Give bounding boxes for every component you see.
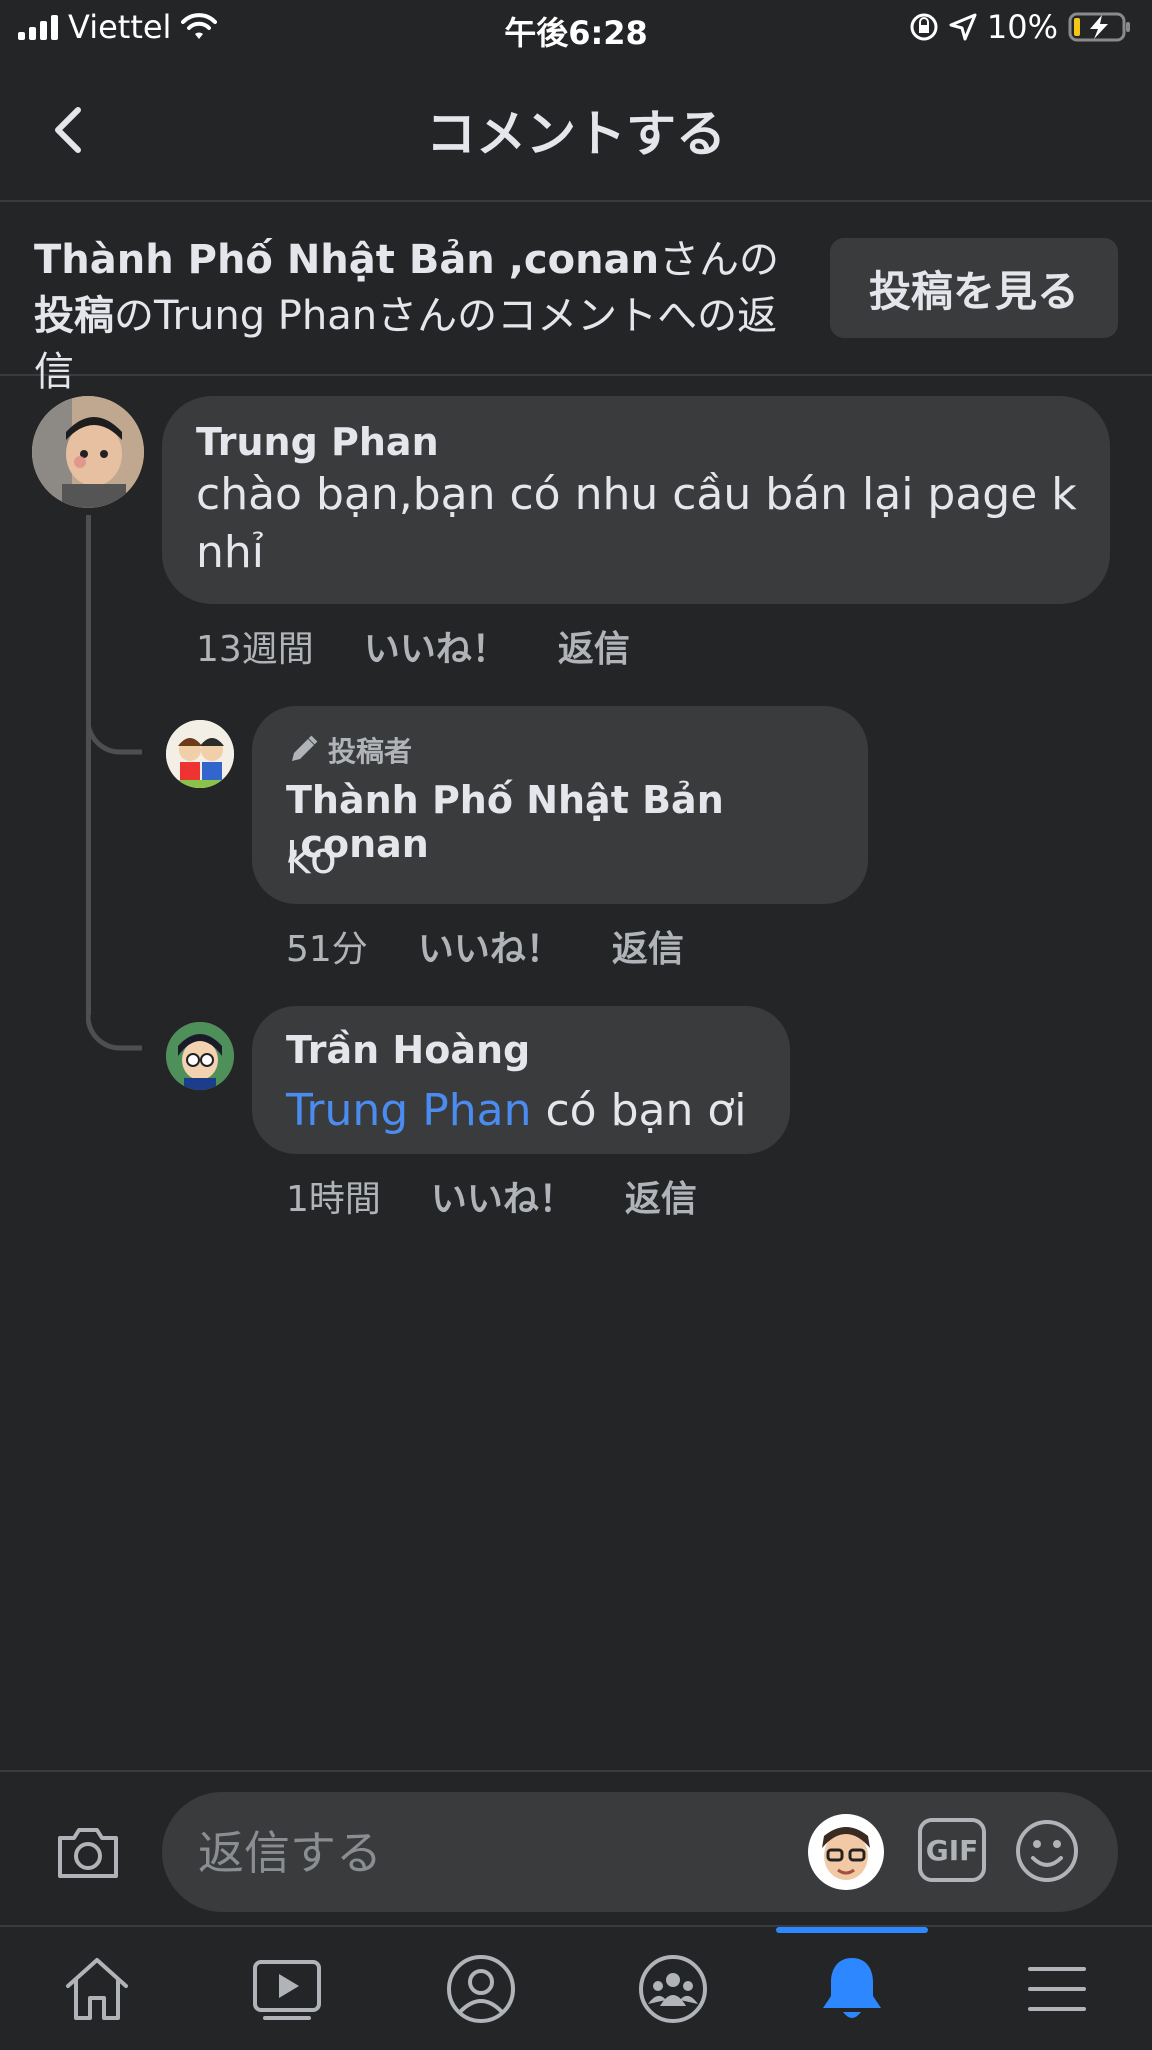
author-badge: 投稿者 (286, 730, 412, 770)
notifications-icon (823, 1957, 881, 2018)
camera-icon (58, 1828, 118, 1878)
avatar-photo (166, 720, 234, 788)
context-text-1: さんの (659, 237, 780, 283)
battery-percent: 10% (986, 8, 1058, 46)
status-bar: Viettel 午後6:28 10% (0, 0, 1152, 58)
camera-button[interactable] (52, 1816, 124, 1888)
comment-time: 51分 (286, 929, 368, 970)
emoji-button[interactable] (1012, 1816, 1082, 1886)
tab-groups[interactable] (608, 1927, 738, 2050)
avatar[interactable] (166, 1022, 234, 1090)
page-title: コメントする (426, 105, 726, 163)
like-button[interactable]: いいね！ (431, 1170, 575, 1222)
thread-connector (86, 700, 142, 755)
menu-icon (1028, 1966, 1086, 2011)
reply-button[interactable]: 返信 (612, 920, 684, 972)
reply-button[interactable]: 返信 (558, 620, 630, 672)
view-post-button[interactable]: 投稿を見る (830, 238, 1118, 338)
comment-bubble[interactable]: 投稿者 Thành Phố Nhật Bản ,conan ko (252, 706, 868, 904)
comment-text: ko (286, 833, 337, 884)
context-commenter: Trung Phan (154, 293, 378, 339)
comment-time: 13週間 (196, 629, 314, 670)
comment-author[interactable]: Trần Hoàng (286, 1028, 530, 1072)
orientation-lock-icon (910, 13, 938, 41)
avatar[interactable] (166, 720, 234, 788)
groups-icon (639, 1954, 707, 2023)
context-text-2: の (114, 293, 154, 339)
reply-context: Thành Phố Nhật Bản ,conanさんの投稿のTrung Pha… (0, 200, 1152, 395)
reply-input[interactable] (196, 1820, 800, 1886)
reply-button[interactable]: 返信 (625, 1170, 697, 1222)
comment-bubble[interactable]: Trung Phan chào bạn,bạn có nhu cầu bán l… (162, 396, 1110, 604)
reply-field[interactable]: GIF (162, 1792, 1118, 1912)
status-right: 10% (909, 8, 1132, 46)
avatar[interactable] (32, 396, 144, 508)
avatar-sticker-icon (822, 1827, 870, 1880)
like-button[interactable]: いいね！ (418, 920, 562, 972)
context-text-bold: 投稿 (34, 293, 114, 339)
bottom-tab-bar (0, 1925, 1152, 2050)
home-icon (66, 1957, 128, 2020)
comment-author[interactable]: Trung Phan (196, 420, 439, 464)
thread-line (86, 515, 91, 1015)
context-page-name[interactable]: Thành Phố Nhật Bản ,conan (34, 237, 659, 283)
profile-icon (447, 1954, 515, 2023)
comment-text: Trung Phan có bạn ơi (286, 1082, 746, 1140)
header: コメントする (0, 70, 1152, 200)
mention-link[interactable]: Trung Phan (286, 1085, 531, 1136)
reply-composer: GIF (0, 1770, 1152, 1922)
avatar-sticker-button[interactable] (808, 1814, 884, 1890)
gif-button[interactable]: GIF (918, 1818, 986, 1882)
context-description: Thành Phố Nhật Bản ,conanさんの投稿のTrung Pha… (34, 232, 814, 400)
smiley-icon (1016, 1820, 1078, 1882)
watch-icon (253, 1959, 321, 2020)
thread-connector (86, 996, 142, 1051)
tab-home[interactable] (32, 1927, 162, 2050)
comment-meta: 13週間 いいね！ 返信 (196, 620, 630, 672)
tab-profile[interactable] (416, 1927, 546, 2050)
comment-time: 1時間 (286, 1179, 381, 1220)
comment-meta: 1時間 いいね！ 返信 (286, 1170, 697, 1222)
comment-meta: 51分 いいね！ 返信 (286, 920, 684, 972)
tab-menu[interactable] (992, 1927, 1122, 2050)
battery-charging-icon (1068, 12, 1130, 42)
comment-text: chào bạn,bạn có nhu cầu bán lại page k n… (196, 469, 1077, 578)
avatar-photo (166, 1022, 234, 1090)
comment-author[interactable]: Thành Phố Nhật Bản ,conan (286, 778, 868, 866)
author-badge-label: 投稿者 (328, 735, 413, 768)
like-button[interactable]: いいね！ (364, 620, 508, 672)
location-icon (949, 13, 977, 41)
avatar-photo (32, 396, 144, 508)
gif-label: GIF (925, 1833, 979, 1867)
comment-bubble[interactable]: Trần Hoàng Trung Phan có bạn ơi (252, 1006, 790, 1154)
tab-watch[interactable] (222, 1927, 352, 2050)
comment-text-rest: có bạn ơi (545, 1085, 747, 1136)
pen-icon (292, 735, 318, 761)
tab-notifications[interactable] (776, 1927, 928, 2050)
